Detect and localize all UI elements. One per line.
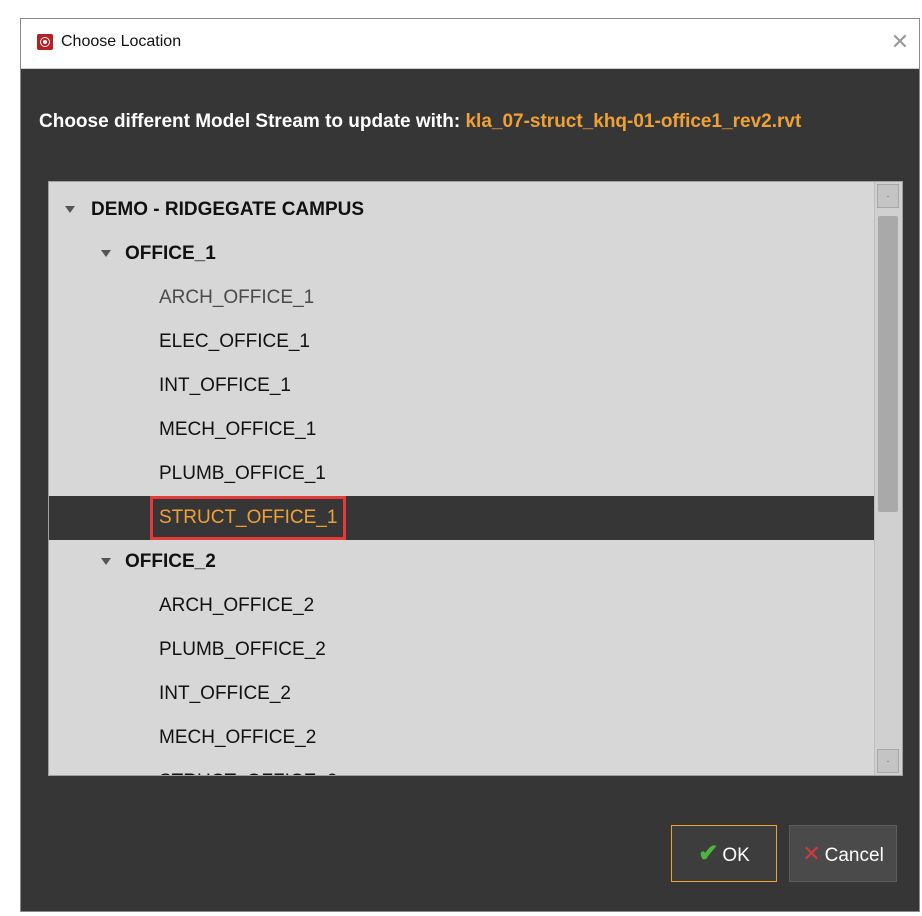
expand-arrow-icon[interactable] — [65, 206, 75, 213]
tree-item-node[interactable]: MECH_OFFICE_2 — [49, 716, 874, 760]
choose-location-dialog: Choose Location ✕ Choose different Model… — [20, 18, 920, 912]
expand-arrow-icon[interactable] — [101, 250, 111, 257]
tree-item-node[interactable]: PLUMB_OFFICE_1 — [49, 452, 874, 496]
tree-node-label: OFFICE_2 — [125, 551, 216, 572]
ok-label: OK — [722, 845, 750, 866]
tree-node-label: ELEC_OFFICE_1 — [159, 331, 310, 352]
scroll-down-button[interactable]: · — [877, 749, 899, 773]
tree-node-label: MECH_OFFICE_2 — [159, 727, 317, 748]
cancel-button[interactable]: ✕ Cancel — [789, 825, 897, 882]
scroll-up-button[interactable]: · — [877, 184, 899, 208]
tree-node-label: DEMO - RIDGEGATE CAMPUS — [91, 199, 365, 220]
x-icon: ✕ — [802, 841, 821, 866]
check-icon: ✔ — [698, 840, 719, 867]
tree-item-node[interactable]: MECH_OFFICE_1 — [49, 408, 874, 452]
model-stream-tree[interactable]: DEMO - RIDGEGATE CAMPUS OFFICE_1 ARCH_OFFI… — [48, 181, 903, 776]
tree-node-label: PLUMB_OFFICE_2 — [159, 639, 326, 660]
tree-node-label: OFFICE_1 — [125, 243, 216, 264]
expand-arrow-icon[interactable] — [101, 558, 111, 565]
tree-item-node[interactable]: PLUMB_OFFICE_2 — [49, 628, 874, 672]
tree-node-label: MECH_OFFICE_1 — [159, 419, 317, 440]
target-file-name: kla_07-struct_khq-01-office1_rev2.rvt — [465, 111, 802, 132]
tree-scrollbar[interactable]: · · — [874, 182, 902, 775]
cancel-label: Cancel — [824, 845, 884, 866]
tree-root-node[interactable]: DEMO - RIDGEGATE CAMPUS — [49, 188, 874, 232]
tree-group-node[interactable]: OFFICE_2 — [49, 540, 874, 584]
tree-group-node[interactable]: OFFICE_1 — [49, 232, 874, 276]
tree-item-node[interactable]: INT_OFFICE_1 — [49, 364, 874, 408]
tree-item-node[interactable]: STRUCT_OFFICE_2 — [49, 760, 874, 775]
title-bar: Choose Location ✕ — [21, 19, 919, 69]
tree-item-node[interactable]: ARCH_OFFICE_1 — [49, 276, 874, 320]
tree-item-node[interactable]: ELEC_OFFICE_1 — [49, 320, 874, 364]
tree-node-label: ARCH_OFFICE_1 — [159, 287, 315, 308]
tree-item-node[interactable]: ARCH_OFFICE_2 — [49, 584, 874, 628]
tree-node-label: STRUCT_OFFICE_2 — [159, 760, 337, 775]
tree-node-label: INT_OFFICE_1 — [159, 375, 291, 396]
tree-node-label: ARCH_OFFICE_2 — [159, 595, 315, 616]
tree-node-label: PLUMB_OFFICE_1 — [159, 463, 326, 484]
instruction-text: Choose different Model Stream to update … — [39, 111, 801, 133]
ok-button[interactable]: ✔ OK — [671, 825, 777, 882]
tree-node-label: STRUCT_OFFICE_1 — [149, 496, 347, 540]
dialog-title: Choose Location — [61, 33, 182, 50]
tree-node-label: INT_OFFICE_2 — [159, 683, 291, 704]
scroll-thumb[interactable] — [878, 216, 898, 512]
close-icon[interactable]: ✕ — [889, 31, 911, 53]
app-logo-icon — [37, 34, 53, 50]
tree-item-node[interactable]: STRUCT_OFFICE_1 — [49, 496, 874, 540]
tree-item-node[interactable]: INT_OFFICE_2 — [49, 672, 874, 716]
instruction-prompt: Choose different Model Stream to update … — [39, 111, 466, 132]
